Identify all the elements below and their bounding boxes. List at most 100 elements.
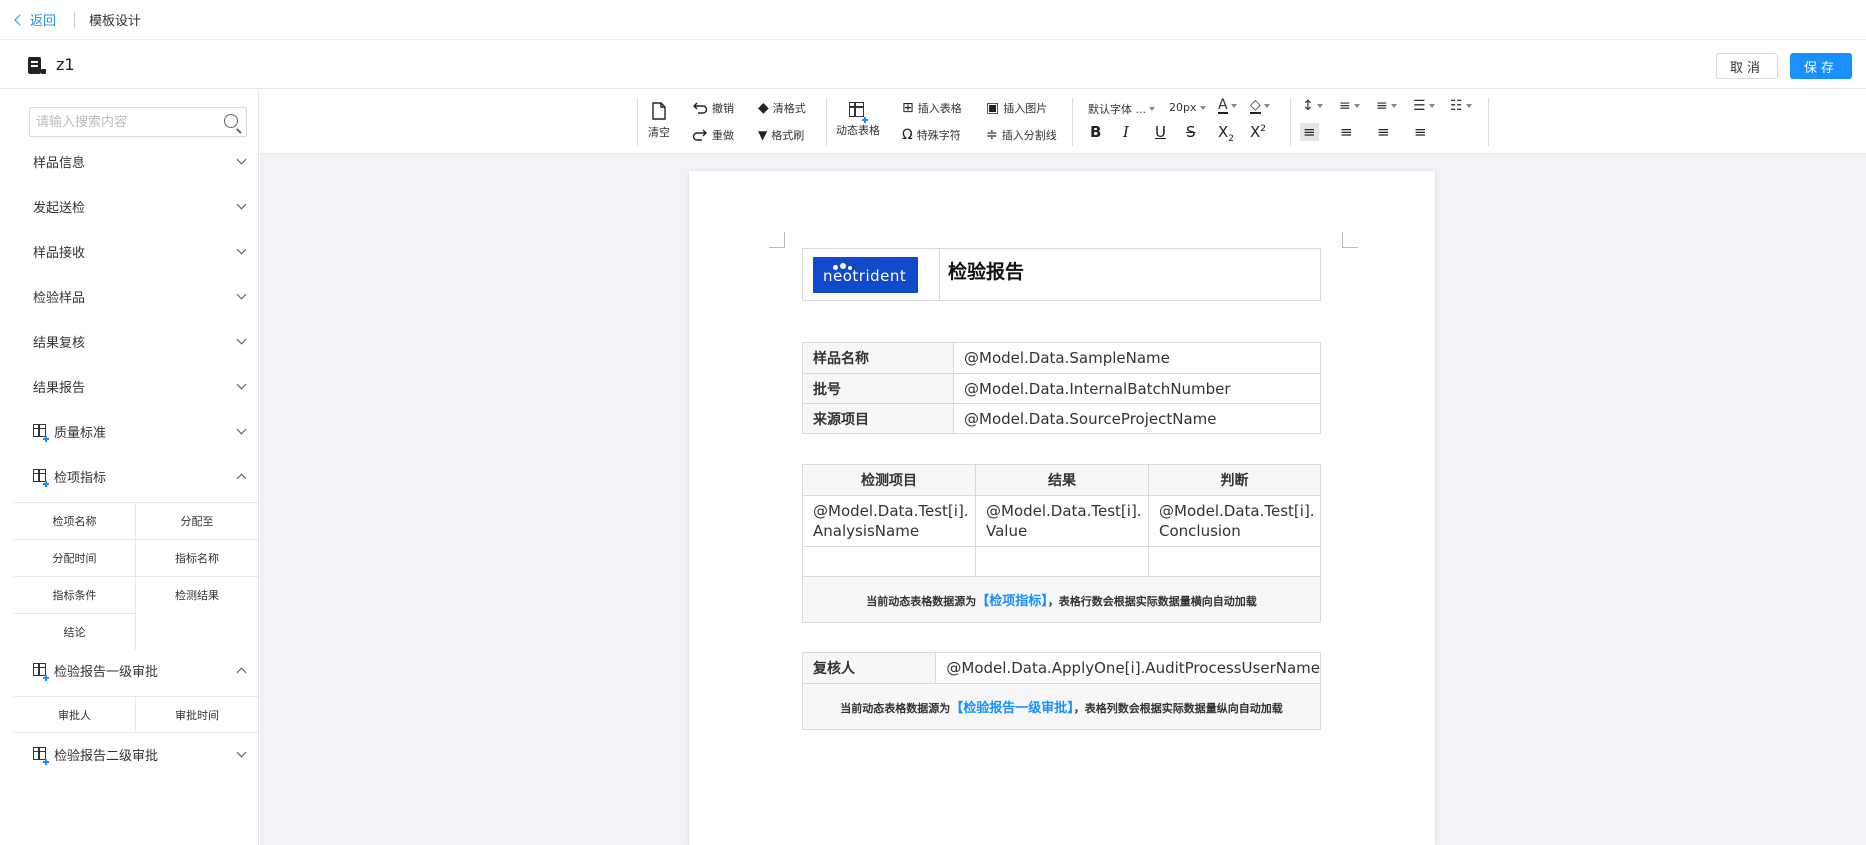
omega-icon: Ω [902,127,913,143]
chevron-down-icon [236,154,247,165]
neotrident-logo: neotrident [813,256,918,293]
field-item[interactable]: 分配至 [136,502,258,539]
align-center-icon[interactable]: ≡ [1340,123,1353,141]
cancel-button[interactable]: 取消 [1716,53,1778,79]
clear-format-button[interactable]: ◆ 清格式 [758,100,806,116]
sidebar-group-sample-info[interactable]: 样品信息 [14,146,259,176]
bullet-list-icon: ☰ [1413,98,1426,114]
paragraph-before-select[interactable]: ≡ [1339,98,1360,114]
paragraph-after-select[interactable]: ≡ [1376,98,1397,114]
format-painter-button[interactable]: ▼ 格式刷 [758,127,804,143]
sidebar-group-sample-receive[interactable]: 样品接收 [14,236,259,266]
logo-cell: neotrident [802,248,940,301]
field-item[interactable]: 审批人 [14,696,136,733]
sidebar-group-report-second-approval[interactable]: 检验报告二级审批 [14,739,259,769]
group-label: 检项指标 [54,470,107,486]
dynamic-table-icon [33,423,49,442]
back-link[interactable]: 返回 [14,10,56,29]
sidebar-group-inspect-sample[interactable]: 检验样品 [14,281,259,311]
insert-divider-label: 插入分割线 [1001,129,1057,142]
sidebar-group-test-indicators[interactable]: 检项指标 [14,461,259,491]
superscript-icon[interactable]: X2 [1250,123,1266,141]
table-icon: ⊞ [902,100,914,116]
save-button[interactable]: 保存 [1790,53,1852,79]
field-grid-first-approval: 审批人 审批时间 [14,696,259,733]
chevron-down-icon [236,289,247,300]
sidebar-group-submit-inspection[interactable]: 发起送检 [14,191,259,221]
title-bar: z1 取消 保存 [0,41,1866,89]
group-label: 检验报告一级审批 [54,664,159,680]
field-item[interactable]: 检项名称 [14,502,136,539]
sample-info-table[interactable]: 样品名称 @Model.Data.SampleName 批号 @Model.Da… [802,342,1321,434]
sidebar-group-result-review[interactable]: 结果复核 [14,326,259,356]
table-cell: @Model.Data.Test[i]. Value [975,495,1149,547]
align-left-icon[interactable]: ≡ [1300,123,1319,141]
top-bar: 返回 模板设计 [0,0,1866,40]
report-header-table[interactable]: neotrident 检验报告 [802,248,1321,301]
align-right-icon[interactable]: ≡ [1377,123,1390,141]
chevron-left-icon [14,14,26,26]
format-painter-label: 格式刷 [771,129,805,142]
search-box [29,107,247,137]
table-cell: @Model.Data.Test[i]. AnalysisName [802,495,976,547]
font-size-select[interactable]: 20px [1169,101,1206,114]
sidebar-group-report-first-approval[interactable]: 检验报告一级审批 [14,655,259,685]
field-item[interactable]: 检测结果 [136,576,258,613]
dynamic-table-label: 动态表格 [836,124,880,137]
chevron-up-icon [236,667,247,678]
undo-label: 撤销 [712,102,734,115]
field-item[interactable]: 指标名称 [136,539,258,576]
font-size-value: 20px [1169,101,1197,114]
info-label: 批号 [802,373,954,404]
document-page[interactable]: neotrident 检验报告 样品名称 @Model.Data.SampleN… [689,171,1435,845]
italic-icon[interactable]: I [1123,123,1129,141]
line-height-icon: ↕ [1302,98,1314,114]
info-label: 来源项目 [802,403,954,434]
field-item[interactable]: 分配时间 [14,539,136,576]
template-name: z1 [56,55,75,74]
strikethrough-icon[interactable]: S [1186,123,1196,141]
template-doc-icon [28,55,46,75]
dynamic-table-note: 当前动态表格数据源为【检验报告一级审批】，表格列数会根据实际数据量纵向自动加载 [802,683,1321,730]
insert-divider-button[interactable]: ≑ 插入分割线 [986,127,1057,143]
highlight-color-select[interactable]: ◇ [1250,98,1270,114]
group-label: 检验样品 [33,290,86,306]
eraser-icon: ◆ [758,100,769,116]
insert-image-button[interactable]: ▣ 插入图片 [986,100,1047,116]
bullet-list-select[interactable]: ☰ [1413,98,1435,114]
special-char-button[interactable]: Ω 特殊字符 [902,127,961,143]
bold-icon[interactable]: B [1090,123,1101,141]
numbered-list-select[interactable]: ☷ [1450,98,1472,114]
undo-button[interactable]: 撤销 [692,100,734,116]
line-height-select[interactable]: ↕ [1302,98,1323,114]
reviewer-table[interactable]: 复核人 @Model.Data.ApplyOne[i].AuditProcess… [801,652,1321,730]
dynamic-table-note: 当前动态表格数据源为【检项指标】，表格行数会根据实际数据量横向自动加载 [802,576,1321,623]
field-item[interactable]: 指标条件 [14,576,136,613]
field-grid-test-indicators: 检项名称 分配至 分配时间 指标名称 指标条件 检测结果 结论 [14,502,259,650]
group-label: 检验报告二级审批 [54,748,159,764]
field-item[interactable]: 审批时间 [136,696,258,733]
search-icon[interactable] [224,114,238,128]
chevron-up-icon [236,473,247,484]
sidebar-group-result-report[interactable]: 结果报告 [14,371,259,401]
font-color-select[interactable]: A [1218,98,1237,114]
sidebar-group-quality-standard[interactable]: 质量标准 [14,416,259,446]
underline-icon[interactable]: U [1155,123,1166,141]
clear-button[interactable]: 清空 [648,102,670,140]
subscript-icon[interactable]: X2 [1218,123,1234,144]
dynamic-table-button[interactable]: 动态表格 [836,102,880,138]
editor-toolbar: 清空 撤销 重做 ◆ 清格式 ▼ 格式刷 动态表格 ⊞ 插入表格 Ω 特殊字符 … [260,90,1866,154]
redo-button[interactable]: 重做 [692,127,734,143]
align-justify-icon[interactable]: ≡ [1414,123,1427,141]
font-family-select[interactable]: 默认字体 ... [1088,101,1155,117]
format-painter-icon: ▼ [758,128,768,142]
field-item[interactable]: 结论 [14,613,136,650]
report-title: 检验报告 [939,248,1321,301]
margin-marker [784,232,785,248]
margin-marker [769,247,785,248]
divider [74,11,76,28]
column-header: 结果 [975,464,1149,496]
insert-table-button[interactable]: ⊞ 插入表格 [902,100,962,116]
test-results-table[interactable]: 检测项目 结果 判断 @Model.Data.Test[i]. AnalysisN… [802,464,1321,623]
search-input[interactable] [30,109,210,135]
